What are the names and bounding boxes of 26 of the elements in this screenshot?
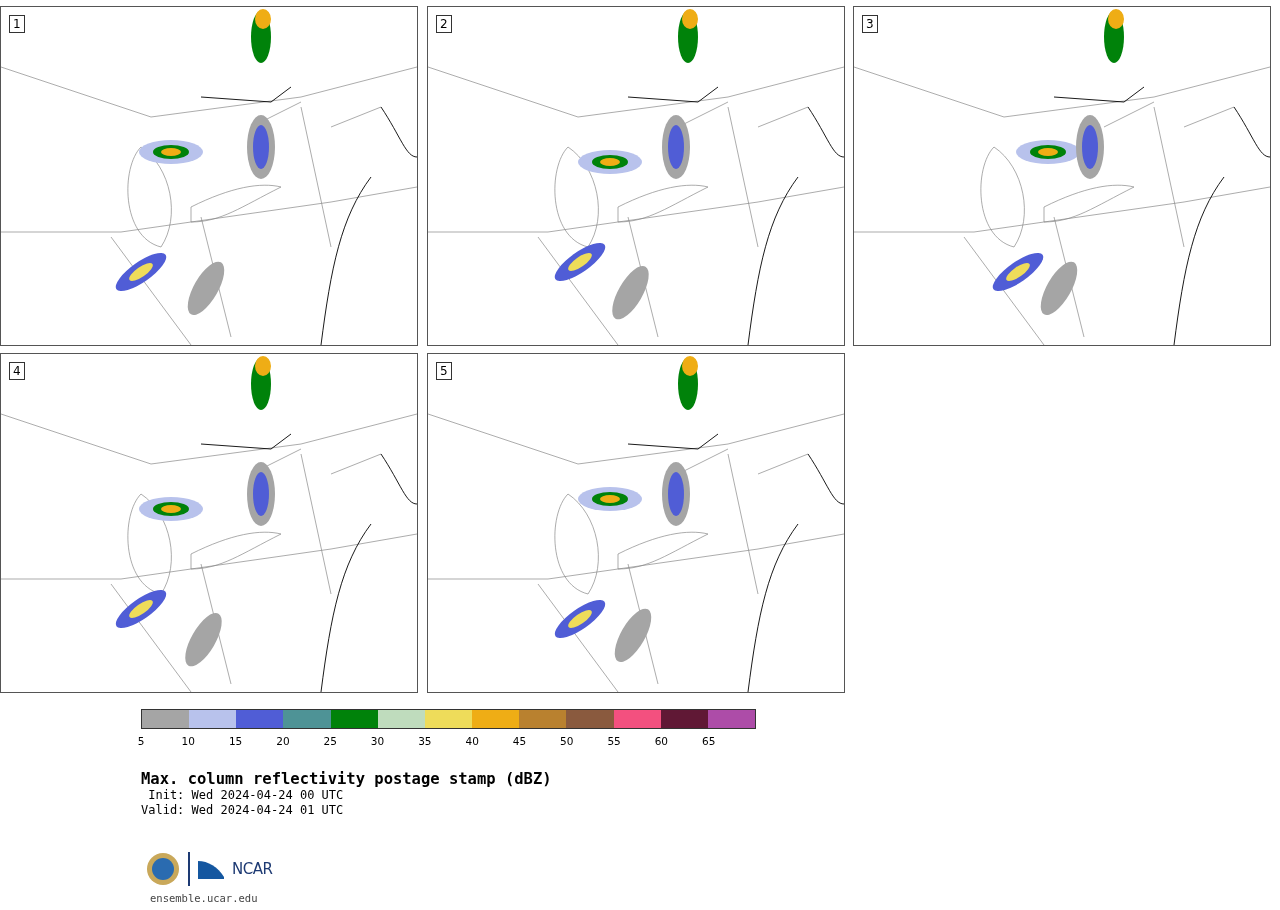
seal-icon <box>146 852 180 886</box>
tick-label: 25 <box>323 735 337 747</box>
panel-label: 5 <box>436 362 452 380</box>
site-url: ensemble.ucar.edu <box>150 892 259 904</box>
valid-time: Valid: Wed 2024-04-24 01 UTC <box>141 803 345 818</box>
tick-label: 45 <box>512 735 527 747</box>
tick-label: 60 <box>654 735 669 747</box>
tick-label: 50 <box>560 735 574 747</box>
init-time: Init: Wed 2024-04-24 00 UTC <box>147 788 345 803</box>
tick-label: 35 <box>418 735 432 747</box>
tick-label: 40 <box>465 735 479 747</box>
divider-line-icon <box>188 852 190 886</box>
logo-text: NCAR <box>232 860 273 878</box>
tick-label: 10 <box>181 735 195 747</box>
panel-label: 2 <box>436 15 452 33</box>
panel-label: 3 <box>862 15 878 33</box>
tick-label: 65 <box>702 735 716 747</box>
chart-title: Max. column reflectivity postage stamp (dBZ) <box>141 770 553 788</box>
panel-label: 4 <box>9 362 25 380</box>
tick-label: 55 <box>607 735 621 747</box>
swoosh-icon <box>198 859 224 879</box>
tick-label: 20 <box>276 735 290 747</box>
panel-label: 1 <box>9 15 25 33</box>
tick-label: 30 <box>370 735 385 747</box>
tick-label: 5 <box>137 735 145 747</box>
tick-label: 15 <box>228 735 243 747</box>
